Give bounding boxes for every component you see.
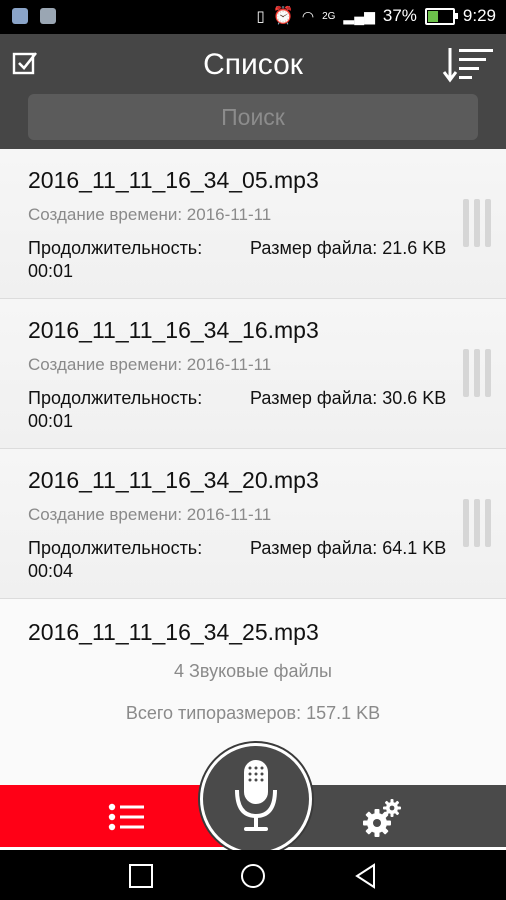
square-icon[interactable]	[127, 862, 155, 890]
file-name: 2016_11_11_16_34_16.mp3	[28, 317, 319, 343]
file-name: 2016_11_11_16_34_05.mp3	[28, 167, 319, 193]
duration-value: 00:01	[28, 411, 74, 431]
file-name: 2016_11_11_16_34_25.mp3	[28, 619, 319, 645]
sort-icon[interactable]	[442, 46, 494, 84]
network-type: 2G	[322, 10, 336, 22]
file-size: Размер файла: 21.6 KB	[250, 238, 447, 258]
list-item[interactable]: 2016_11_11_16_34_05.mp3 Создание времени…	[0, 149, 506, 299]
microphone-icon	[235, 760, 277, 831]
total-size: Всего типоразмеров: 157.1 KB	[125, 703, 381, 723]
battery-percent: 37%	[382, 6, 417, 25]
duration-label: Продолжительность:	[28, 538, 203, 558]
file-count: 4 Звуковые файлы	[174, 661, 332, 681]
gear-icon	[363, 799, 401, 837]
back-triangle-icon[interactable]	[352, 862, 380, 890]
image-notification-icon	[40, 8, 56, 24]
list-item[interactable]: 2016_11_11_16_34_16.mp3 Создание времени…	[0, 299, 506, 449]
file-name: 2016_11_11_16_34_20.mp3	[28, 467, 319, 493]
creation-date: Создание времени: 2016-11-11	[28, 505, 272, 524]
page-title: Список	[203, 48, 303, 81]
file-size: Размер файла: 30.6 KB	[250, 388, 447, 408]
duration-value: 00:04	[28, 561, 74, 581]
file-size: Размер файла: 64.1 KB	[250, 538, 447, 558]
record-button[interactable]	[200, 743, 312, 855]
alarm-icon: ⏰	[272, 6, 294, 25]
system-nav-bar	[0, 850, 506, 900]
search-input[interactable]: Поиск	[28, 94, 478, 140]
drag-handle-icon[interactable]	[463, 349, 491, 397]
creation-date: Создание времени: 2016-11-11	[28, 205, 272, 224]
duration-label: Продолжительность:	[28, 238, 203, 258]
drag-handle-icon[interactable]	[463, 199, 491, 247]
duration-value: 00:01	[28, 261, 74, 281]
vibrate-icon: ▯	[256, 8, 265, 25]
app-header: Список Поиск	[0, 34, 506, 149]
drag-handle-icon[interactable]	[463, 499, 491, 547]
app-notification-icon	[12, 8, 28, 24]
recordings-list: 2016_11_11_16_34_05.mp3 Создание времени…	[0, 149, 506, 785]
duration-label: Продолжительность:	[28, 388, 203, 408]
creation-date: Создание времени: 2016-11-11	[28, 355, 272, 374]
clock: 9:29	[462, 6, 496, 25]
battery-icon	[424, 7, 458, 25]
circle-icon[interactable]	[239, 862, 267, 890]
list-item[interactable]: 2016_11_11_16_34_20.mp3 Создание времени…	[0, 449, 506, 599]
status-bar: ▯ ⏰ ◠ 2G ▂▄▆ 37% 9:29	[0, 0, 506, 34]
signal-icon: ▂▄▆	[343, 7, 375, 24]
wifi-icon: ◠	[301, 7, 315, 24]
list-icon	[108, 803, 144, 831]
